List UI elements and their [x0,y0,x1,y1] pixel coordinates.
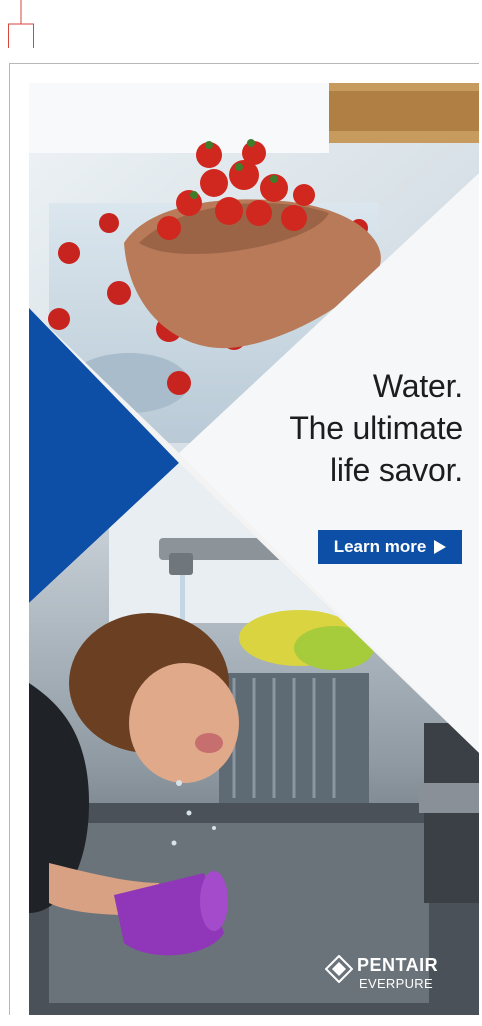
learn-more-button[interactable]: Learn more [318,530,462,564]
learn-more-label: Learn more [333,537,427,556]
brand-name: PENTAIR [357,955,439,975]
pentair-diamond-icon [325,955,353,983]
brand-sub: EVERPURE [359,976,433,991]
headline-line-2: The ultimate [289,410,463,446]
headline: Water. The ultimate life savor. [289,365,463,491]
headline-line-1: Water. [372,368,463,404]
play-arrow-icon [434,540,447,554]
crop-mark [8,0,34,48]
headline-line-3: life savor. [330,452,463,488]
banner-ad[interactable]: Water. The ultimate life savor. Learn mo… [29,83,479,1015]
